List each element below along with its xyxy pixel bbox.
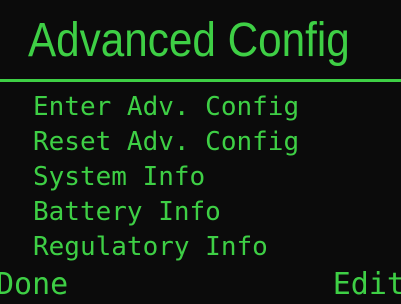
title-divider <box>0 79 401 82</box>
menu-item-battery-info[interactable]: Battery Info <box>33 195 299 230</box>
screen-title: Advanced Config <box>28 14 350 67</box>
edit-softkey[interactable]: Edit <box>333 266 401 304</box>
menu-item-regulatory-info[interactable]: Regulatory Info <box>33 230 299 265</box>
device-screen: Advanced Config Enter Adv. Config Reset … <box>0 0 401 304</box>
menu-item-enter-adv-config[interactable]: Enter Adv. Config <box>33 90 299 125</box>
menu-item-reset-adv-config[interactable]: Reset Adv. Config <box>33 125 299 160</box>
menu-item-system-info[interactable]: System Info <box>33 160 299 195</box>
config-menu: Enter Adv. Config Reset Adv. Config Syst… <box>33 90 299 265</box>
done-softkey[interactable]: Done <box>0 266 68 304</box>
